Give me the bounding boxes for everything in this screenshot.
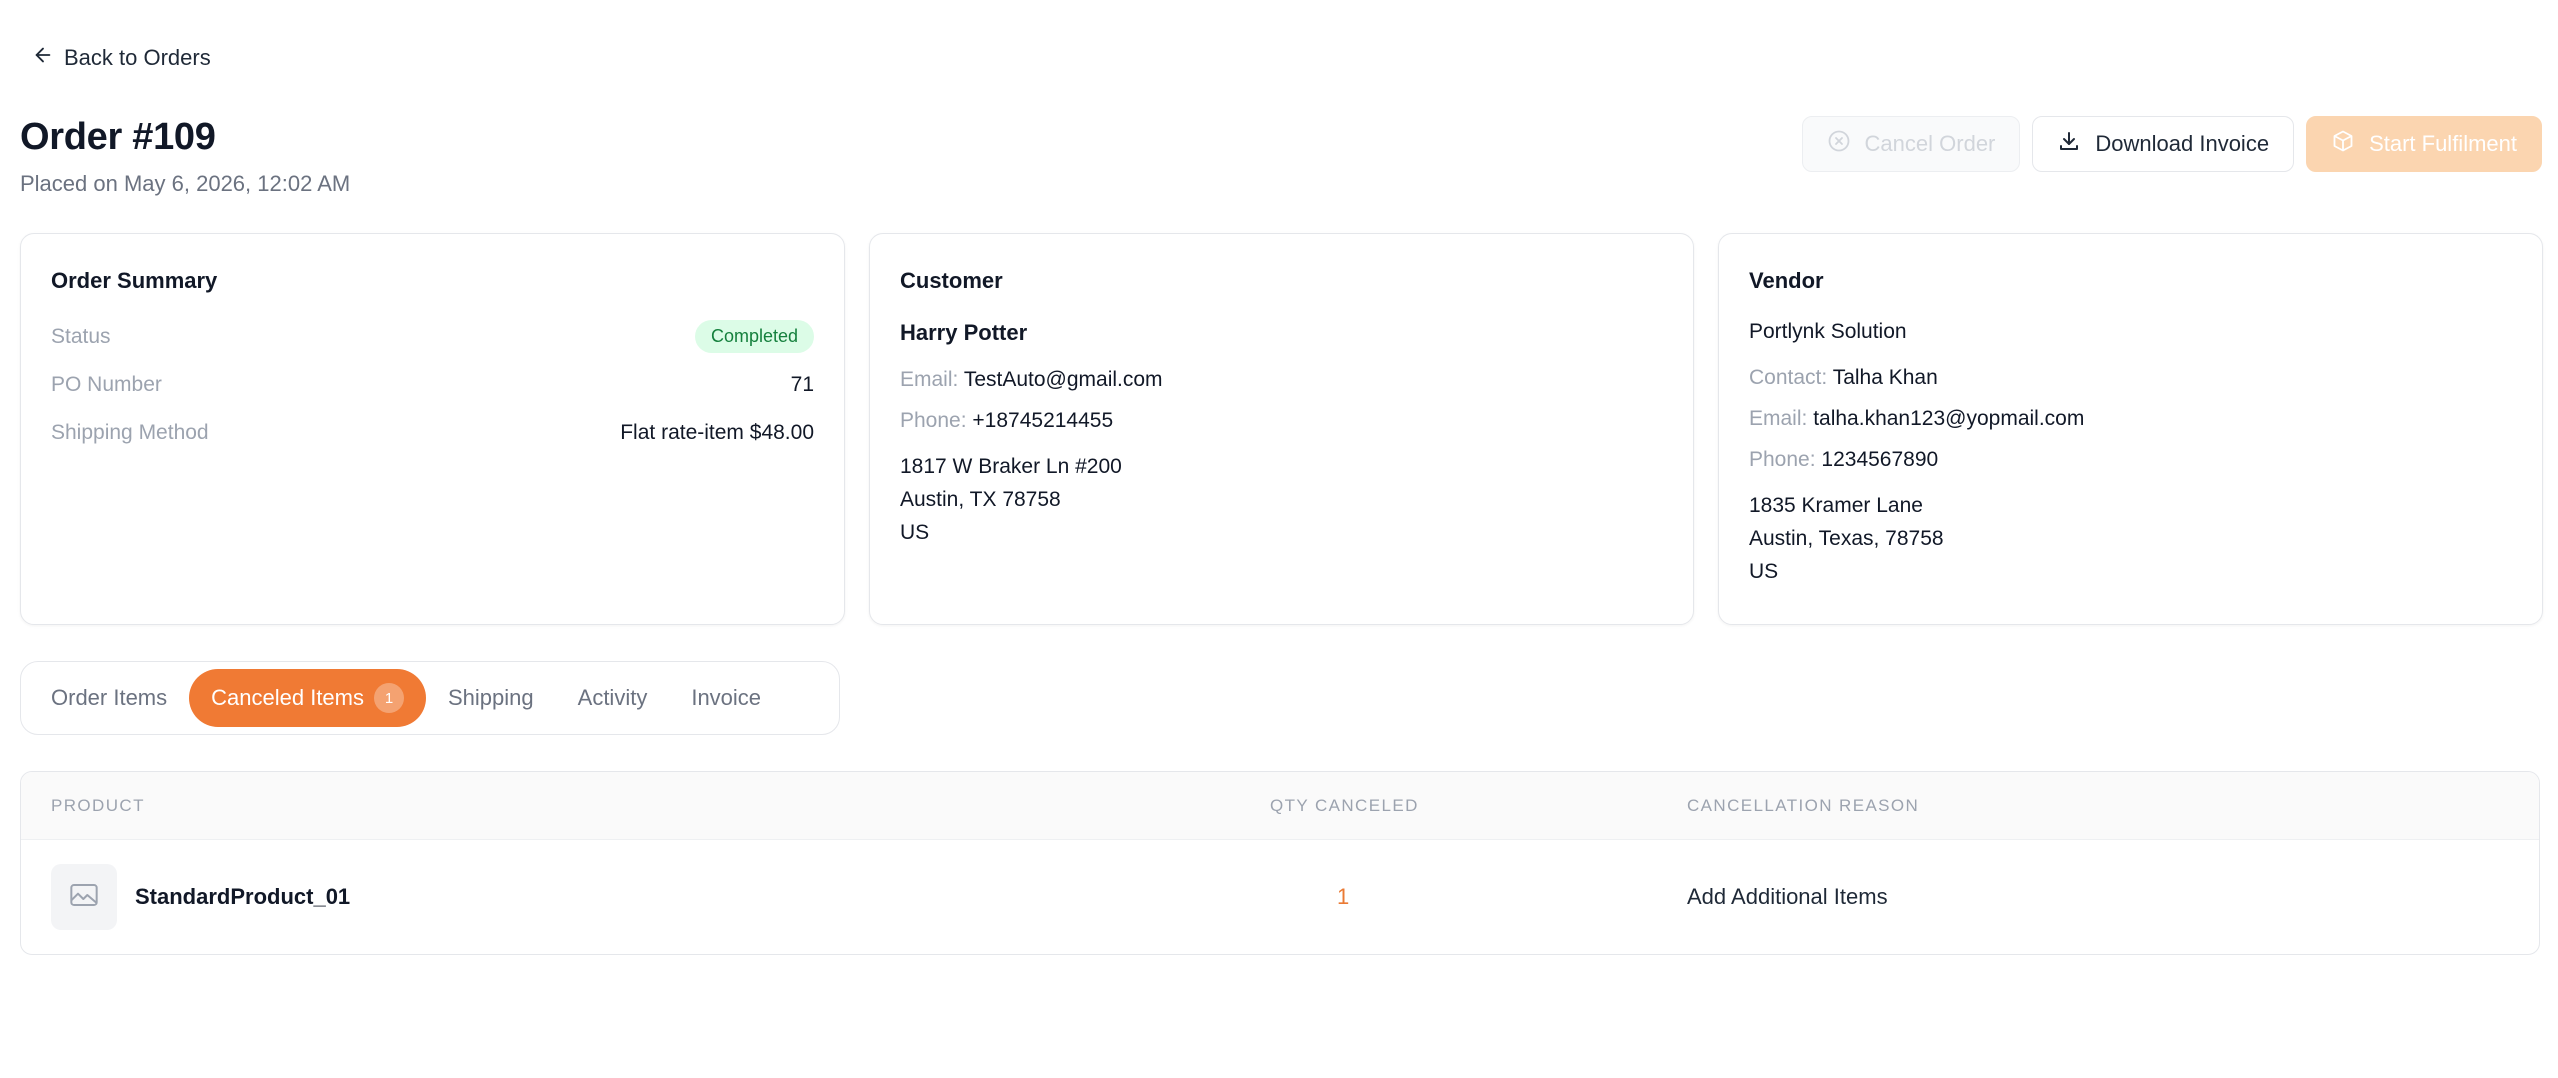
download-icon (2057, 129, 2081, 159)
image-placeholder-icon (68, 879, 100, 916)
customer-phone-label: Phone: (900, 409, 967, 432)
vendor-email-label: Email: (1749, 407, 1808, 430)
status-badge: Completed (694, 320, 814, 353)
vendor-title: Vendor (1749, 268, 1824, 293)
vendor-contact: Talha Khan (1832, 366, 1938, 389)
vendor-phone-line: Phone: 1234567890 (1749, 448, 2512, 472)
customer-address: 1817 W Braker Ln #200 Austin, TX 78758 U… (900, 450, 1663, 549)
column-header-qty-canceled: QTY CANCELED (1270, 796, 1419, 815)
order-summary-title: Order Summary (51, 268, 218, 293)
column-header-product: PRODUCT (51, 796, 145, 815)
info-cards: Order Summary Status Completed PO Number… (20, 233, 2543, 625)
po-number-label: PO Number (51, 373, 162, 396)
shipping-method-value: Flat rate-item $48.00 (620, 421, 814, 444)
canceled-count-badge: 1 (374, 683, 404, 713)
download-invoice-label: Download Invoice (2095, 131, 2270, 156)
table-header: PRODUCT QTY CANCELED CANCELLATION REASON (21, 772, 2539, 840)
vendor-email: talha.khan123@yopmail.com (1813, 407, 2085, 430)
tab-activity[interactable]: Activity (556, 669, 670, 727)
shipping-method-label: Shipping Method (51, 421, 209, 444)
customer-phone: +18745214455 (972, 409, 1114, 432)
vendor-contact-label: Contact: (1749, 366, 1828, 389)
tab-label: Activity (577, 685, 648, 710)
customer-email: TestAuto@gmail.com (963, 368, 1163, 391)
customer-address-line: US (900, 521, 930, 544)
vendor-address: 1835 Kramer Lane Austin, Texas, 78758 US (1749, 489, 2512, 588)
shipping-method-row: Shipping Method Flat rate-item $48.00 (51, 421, 814, 445)
column-header-cancellation-reason: CANCELLATION REASON (1687, 796, 1920, 815)
status-row: Status Completed (51, 320, 814, 353)
vendor-address-line: 1835 Kramer Lane (1749, 494, 1923, 517)
page-title: Order #109 (20, 116, 216, 158)
vendor-phone: 1234567890 (1821, 448, 1939, 471)
tab-label: Invoice (691, 685, 762, 710)
tab-label: Shipping (448, 685, 534, 710)
po-number-value: 71 (790, 373, 814, 396)
customer-card: Customer Harry Potter Email: TestAuto@gm… (869, 233, 1694, 625)
cancel-order-label: Cancel Order (1864, 131, 1996, 156)
tab-shipping[interactable]: Shipping (426, 669, 556, 727)
cancellation-reason: Add Additional Items (1687, 884, 1888, 909)
tab-invoice[interactable]: Invoice (669, 669, 783, 727)
vendor-address-line: Austin, Texas, 78758 (1749, 527, 1944, 550)
package-icon (2331, 129, 2355, 159)
back-to-orders-link[interactable]: Back to Orders (32, 44, 211, 72)
vendor-name: Portlynk Solution (1749, 320, 1907, 343)
order-summary-card: Order Summary Status Completed PO Number… (20, 233, 845, 625)
vendor-email-line: Email: talha.khan123@yopmail.com (1749, 407, 2512, 431)
customer-phone-line: Phone: +18745214455 (900, 409, 1663, 433)
vendor-contact-line: Contact: Talha Khan (1749, 366, 2512, 390)
customer-email-line: Email: TestAuto@gmail.com (900, 368, 1663, 392)
back-link-label: Back to Orders (64, 45, 211, 70)
customer-email-label: Email: (900, 368, 959, 391)
tab-label: Canceled Items (211, 685, 364, 710)
status-label: Status (51, 324, 111, 348)
canceled-items-table: PRODUCT QTY CANCELED CANCELLATION REASON… (20, 771, 2540, 955)
product-thumbnail (51, 864, 117, 930)
product-name: StandardProduct_01 (135, 884, 351, 909)
customer-title: Customer (900, 268, 1003, 293)
cancel-order-button[interactable]: Cancel Order (1801, 116, 2021, 172)
customer-address-line: Austin, TX 78758 (900, 488, 1061, 511)
po-number-row: PO Number 71 (51, 373, 814, 397)
table-row: StandardProduct_01 1 Add Additional Item… (21, 840, 2539, 954)
tab-canceled-items[interactable]: Canceled Items 1 (189, 669, 426, 727)
start-fulfilment-label: Start Fulfilment (2369, 131, 2517, 156)
order-tabs: Order Items Canceled Items 1 Shipping Ac… (20, 661, 840, 735)
customer-name: Harry Potter (900, 320, 1028, 345)
start-fulfilment-button[interactable]: Start Fulfilment (2306, 116, 2542, 172)
customer-address-line: 1817 W Braker Ln #200 (900, 455, 1122, 478)
qty-canceled: 1 (1337, 884, 1350, 909)
vendor-phone-label: Phone: (1749, 448, 1816, 471)
x-circle-icon (1827, 129, 1851, 159)
tab-label: Order Items (51, 685, 168, 710)
vendor-card: Vendor Portlynk Solution Contact: Talha … (1718, 233, 2543, 625)
vendor-address-line: US (1749, 560, 1779, 583)
download-invoice-button[interactable]: Download Invoice (2032, 116, 2295, 172)
order-detail-page: Back to Orders Order #109 Placed on May … (0, 0, 2558, 1078)
page-header: Order #109 Placed on May 6, 2026, 12:02 … (20, 116, 350, 197)
header-actions: Cancel Order Download Invoice Start Fulf… (1801, 116, 2542, 172)
tab-order-items[interactable]: Order Items (29, 669, 189, 727)
placed-date: Placed on May 6, 2026, 12:02 AM (20, 171, 351, 196)
arrow-left-icon (32, 44, 54, 72)
